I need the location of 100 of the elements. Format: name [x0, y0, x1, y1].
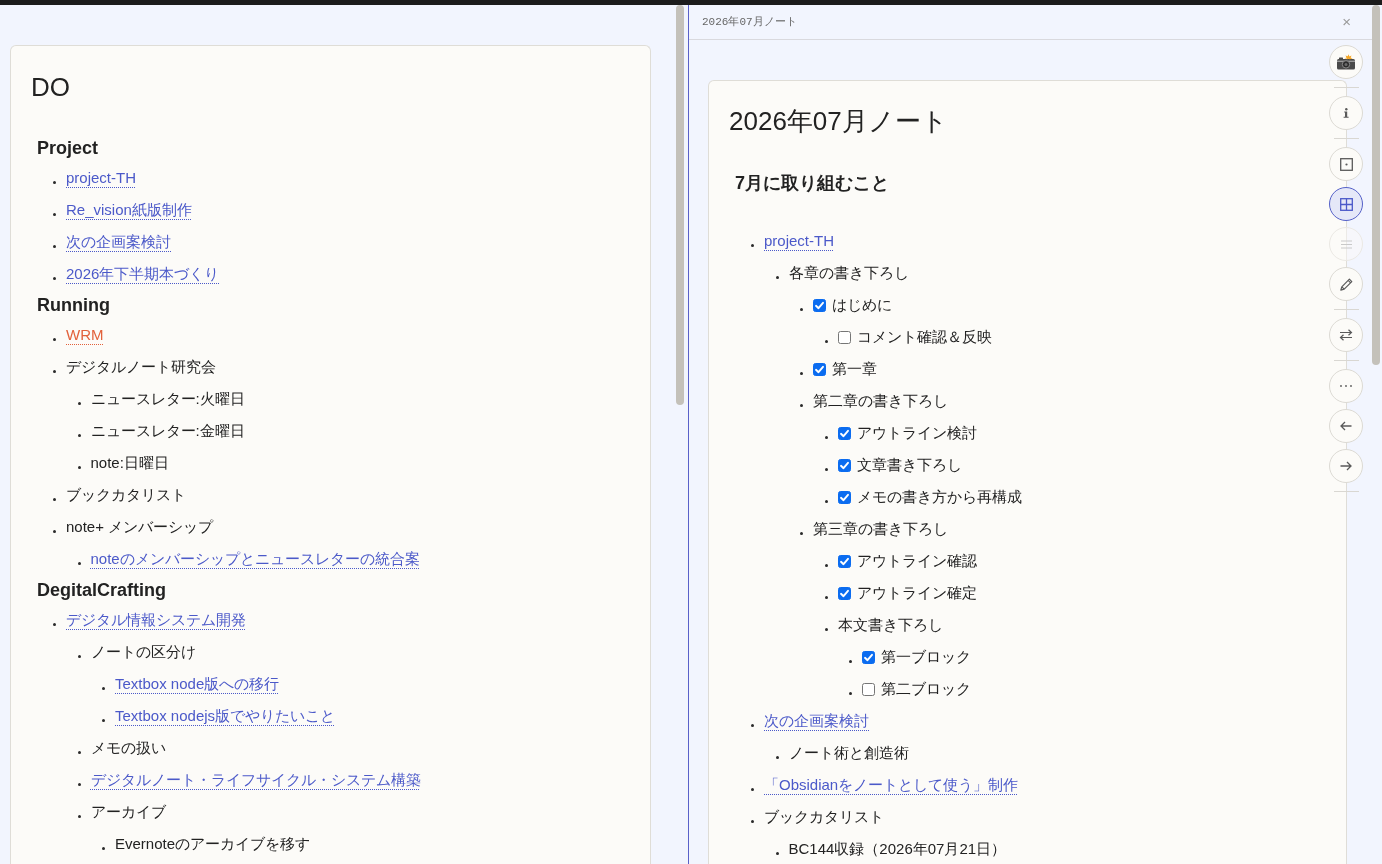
bullet-icon — [775, 851, 779, 855]
checkbox[interactable] — [837, 554, 851, 568]
checkbox[interactable] — [837, 586, 851, 600]
task-text: アウトライン確定 — [856, 583, 977, 603]
grid-icon — [1339, 197, 1353, 211]
section-heading: Project — [37, 137, 100, 159]
note-link[interactable]: 「Obsidianをノートとして使う」制作 — [764, 775, 1019, 795]
bullet-icon — [77, 401, 81, 405]
checkbox[interactable] — [837, 490, 851, 504]
scrollbar-thumb[interactable] — [1372, 5, 1380, 365]
forward-button[interactable] — [1329, 449, 1363, 483]
task-text: アウトライン検討 — [856, 423, 977, 443]
bullet-icon — [53, 369, 56, 373]
task-text: 第一ブロック — [881, 647, 971, 667]
task-text: 第二ブロック — [881, 679, 971, 699]
bullet-icon — [77, 465, 81, 469]
bullet-icon — [53, 337, 56, 341]
bullet-icon — [800, 403, 803, 407]
list-item-text: 各章の書き下ろし — [788, 263, 909, 283]
note-link[interactable]: Re_vision紙版制作 — [66, 200, 192, 220]
bullet-icon — [53, 529, 56, 533]
swap-arrows-icon — [1339, 329, 1353, 341]
task-text: 第一章 — [832, 359, 877, 379]
bullet-icon — [53, 276, 56, 280]
note-link[interactable]: Textbox nodejs版でやりたいこと — [115, 706, 336, 726]
list-item-text: ブックカタリスト — [764, 807, 884, 827]
list-item-text: 本文書き下ろし — [837, 615, 943, 635]
bullet-icon — [53, 622, 56, 626]
back-button[interactable] — [1329, 409, 1363, 443]
note-link[interactable]: project-TH — [66, 168, 136, 188]
bullet-icon — [53, 212, 56, 216]
note-link[interactable]: WRM — [66, 325, 104, 345]
grid-button[interactable] — [1329, 187, 1363, 221]
bullet-icon — [102, 846, 105, 850]
note-link[interactable]: noteのメンバーシップとニュースレターの統合案 — [90, 549, 420, 569]
square-button[interactable] — [1329, 147, 1363, 181]
bullet-icon — [800, 531, 803, 535]
list-item-text: ニュースレター:火曜日 — [90, 389, 245, 409]
list-item-text: BC144収録（2026年07月21日） — [788, 839, 1007, 859]
pane-title: 2026年07月ノート — [702, 15, 797, 29]
note-link[interactable]: Textbox node版への移行 — [115, 674, 280, 694]
bullet-icon — [824, 499, 828, 503]
bullet-icon — [53, 244, 56, 248]
note-link[interactable]: 次の企画案検討 — [66, 232, 171, 252]
bullet-icon — [824, 595, 828, 599]
checkbox[interactable] — [862, 650, 875, 664]
note-link[interactable]: 次の企画案検討 — [764, 711, 869, 731]
note-link[interactable]: デジタルノート・ライフサイクル・システム構築 — [90, 770, 421, 790]
list-item-text: Evernoteのアーカイブを移す — [115, 834, 311, 854]
right-arrow-icon — [1340, 461, 1352, 471]
bullet-icon — [77, 654, 81, 658]
checkbox[interactable] — [813, 362, 826, 376]
checkbox[interactable] — [862, 682, 875, 696]
bullet-icon — [751, 819, 754, 823]
checkbox[interactable] — [837, 458, 851, 472]
bullet-icon — [102, 718, 105, 722]
note-link[interactable]: デジタル情報システム開発 — [66, 610, 246, 630]
bullet-icon — [824, 563, 828, 567]
list-item-text: ブックカタリスト — [66, 485, 186, 505]
left-arrow-icon — [1340, 421, 1352, 431]
list-item-text: 第三章の書き下ろし — [813, 519, 948, 539]
info-icon — [1343, 108, 1349, 118]
bullet-icon — [77, 814, 81, 818]
note-link[interactable]: 2026年下半期本づくり — [66, 264, 220, 284]
bullet-icon — [751, 723, 754, 727]
bullet-icon — [849, 659, 852, 663]
task-text: 文章書き下ろし — [856, 455, 962, 475]
list-item-text: メモの扱い — [90, 738, 166, 758]
bullet-icon — [824, 339, 828, 343]
bullet-icon — [102, 686, 105, 690]
note-link[interactable]: project-TH — [764, 231, 834, 251]
bullet-icon — [77, 561, 81, 565]
scrollbar-thumb[interactable] — [676, 5, 684, 405]
bullet-icon — [77, 750, 81, 754]
lines-icon — [1340, 239, 1352, 249]
list-item-text: アーカイブ — [90, 802, 166, 822]
bullet-icon — [824, 467, 828, 471]
pencil-icon — [1339, 277, 1353, 291]
task-text: はじめに — [832, 295, 892, 315]
bullet-icon — [775, 275, 779, 279]
task-text: コメント確認＆反映 — [856, 327, 992, 347]
list-item-text: 第二章の書き下ろし — [813, 391, 948, 411]
list-item-text: ノート術と創造術 — [788, 743, 909, 763]
camera-button[interactable] — [1329, 45, 1363, 79]
checkbox[interactable] — [837, 330, 851, 344]
section-heading: DegitalCrafting — [37, 579, 167, 601]
checkbox[interactable] — [837, 426, 851, 440]
list-item-text: note+ メンバーシップ — [66, 517, 214, 537]
swap-button[interactable] — [1329, 318, 1363, 352]
list-item-text: デジタルノート研究会 — [66, 357, 216, 377]
list-item-text: ノートの区分け — [90, 642, 196, 662]
section-heading: 7月に取り組むこと — [735, 172, 890, 194]
page-title: 2026年07月ノート — [729, 106, 949, 136]
page-title: DO — [31, 72, 71, 102]
task-text: アウトライン確認 — [856, 551, 977, 571]
bullet-icon — [824, 435, 828, 439]
pencil-button[interactable] — [1329, 267, 1363, 301]
checkbox[interactable] — [813, 298, 826, 312]
bullet-icon — [800, 307, 803, 311]
bullet-icon — [77, 433, 81, 437]
